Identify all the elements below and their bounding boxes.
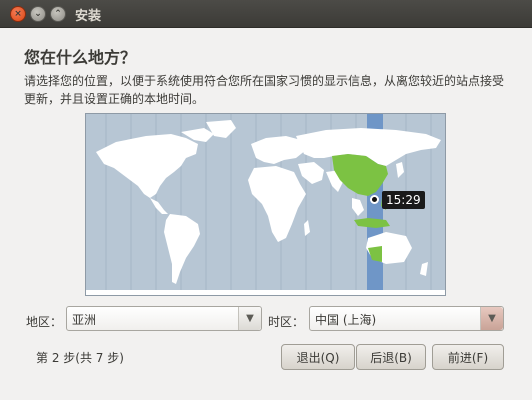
page-description: 请选择您的位置，以便于系统使用符合您所在国家习惯的显示信息，从离您较近的站点接受… — [24, 74, 505, 106]
timezone-value: 中国 (上海) — [315, 313, 377, 327]
local-time-tooltip: 15:29 — [382, 191, 425, 209]
installer-window: × ⌄ ⌃ 安装 您在什么地方？ 请选择您的位置，以便于系统使用符合您所在国家习… — [0, 0, 532, 400]
south-america — [164, 214, 200, 284]
region-label: 地区： — [26, 315, 63, 329]
minimize-icon[interactable]: ⌄ — [30, 6, 46, 22]
location-marker[interactable] — [370, 195, 379, 204]
page-heading: 您在什么地方？ — [24, 48, 137, 67]
europe — [251, 136, 306, 164]
region-value: 亚洲 — [72, 313, 97, 327]
title-bar: × ⌄ ⌃ 安装 — [0, 0, 532, 28]
quit-button[interactable]: 退出(Q) — [281, 344, 355, 370]
forward-button[interactable]: 前进(F) — [432, 344, 504, 370]
region-combobox[interactable]: 亚洲 ▼ — [66, 306, 262, 331]
maximize-icon[interactable]: ⌃ — [50, 6, 66, 22]
chevron-down-icon[interactable]: ▼ — [480, 307, 503, 330]
north-america — [96, 134, 198, 198]
chevron-down-icon[interactable]: ▼ — [238, 307, 261, 330]
back-button[interactable]: 后退(B) — [356, 344, 426, 370]
timezone-combobox[interactable]: 中国 (上海) ▼ — [309, 306, 504, 331]
africa — [248, 166, 306, 242]
timezone-label: 时区： — [268, 315, 305, 329]
window-title: 安装 — [75, 9, 102, 24]
close-icon[interactable]: × — [10, 6, 26, 22]
step-indicator: 第 2 步(共 7 步) — [36, 351, 124, 365]
